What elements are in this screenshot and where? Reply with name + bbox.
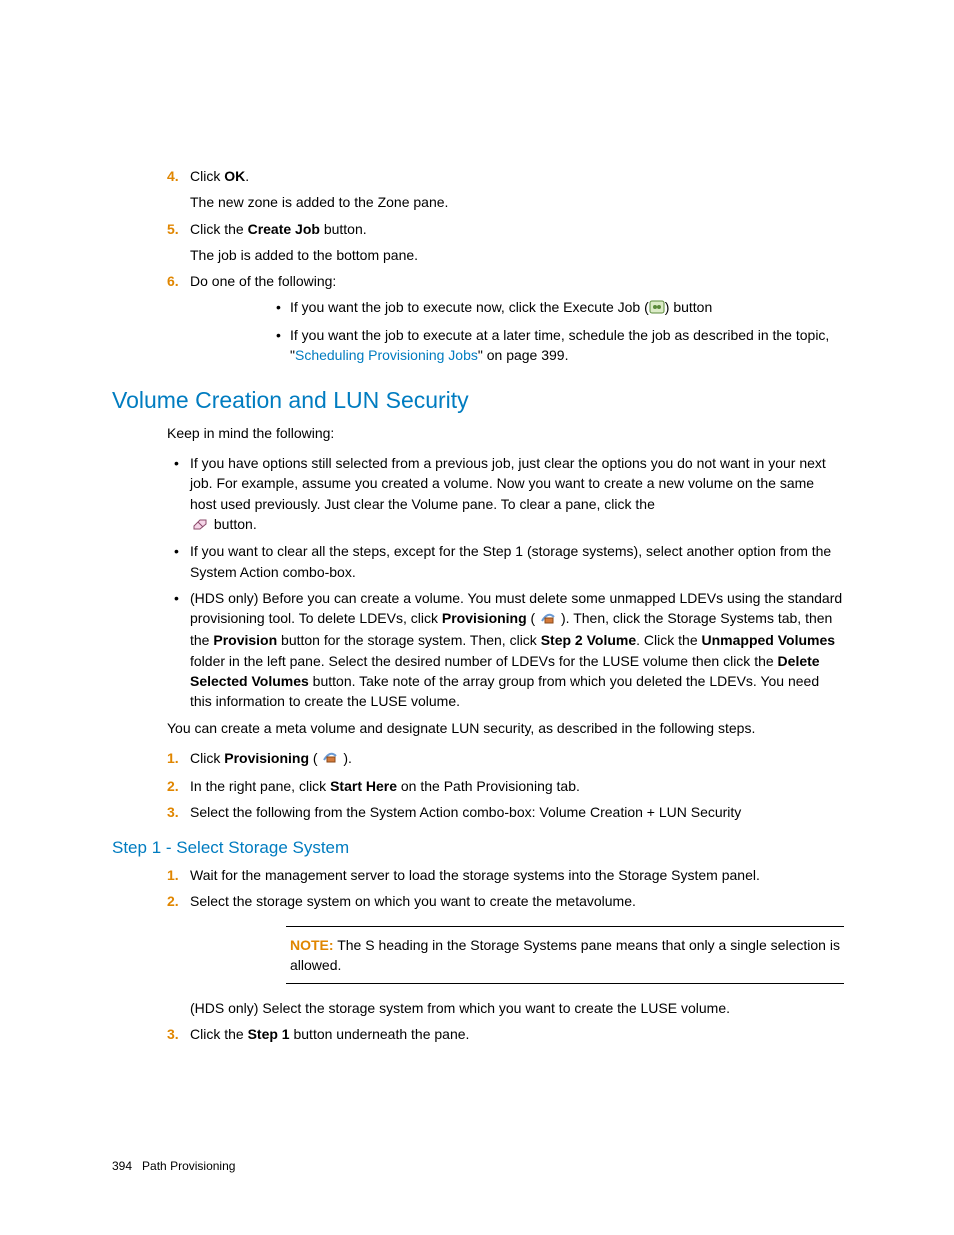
steps-volume-creation: 1. Click Provisioning ( ). 2. In the rig… xyxy=(112,748,844,823)
sub-bullets: If you want the job to execute now, clic… xyxy=(190,297,844,365)
execute-job-icon xyxy=(649,299,665,319)
bullet-schedule-later: If you want the job to execute at a late… xyxy=(190,325,844,366)
provisioning-icon xyxy=(539,609,557,630)
intro-text: Keep in mind the following: xyxy=(167,423,844,443)
page: 4. Click OK. The new zone is added to th… xyxy=(0,0,954,1235)
create-job-label: Create Job xyxy=(248,221,320,237)
step-number: 2. xyxy=(167,891,179,911)
step-number: 1. xyxy=(167,865,179,885)
step-number: 1. xyxy=(167,748,179,768)
step-number: 2. xyxy=(167,776,179,796)
text: In the right pane, click xyxy=(190,778,330,794)
text: button. xyxy=(210,516,257,532)
step2-volume-label: Step 2 Volume xyxy=(541,632,636,648)
step-4: 4. Click OK. The new zone is added to th… xyxy=(112,166,844,213)
note-label: NOTE: xyxy=(290,937,334,953)
text: folder in the left pane. Select the desi… xyxy=(190,653,778,669)
start-here-label: Start Here xyxy=(330,778,397,794)
step-b1: 1. Click Provisioning ( ). xyxy=(112,748,844,770)
bullet-execute-now: If you want the job to execute now, clic… xyxy=(190,297,844,318)
text: ( xyxy=(309,750,321,766)
page-footer: 394 Path Provisioning xyxy=(112,1158,235,1175)
step-b2: 2. In the right pane, click Start Here o… xyxy=(112,776,844,796)
footer-title: Path Provisioning xyxy=(142,1159,235,1173)
step-5: 5. Click the Create Job button. The job … xyxy=(112,219,844,266)
note-box: NOTE: The S heading in the Storage Syste… xyxy=(286,926,844,985)
text: If you want the job to execute now, clic… xyxy=(290,299,649,315)
text: ) button xyxy=(665,299,712,315)
step-c2: 2. Select the storage system on which yo… xyxy=(112,891,844,1018)
step-number: 6. xyxy=(167,271,179,291)
provisioning-label: Provisioning xyxy=(442,610,527,626)
text: on the Path Provisioning tab. xyxy=(397,778,580,794)
text: ). xyxy=(339,750,351,766)
step-c1: 1. Wait for the management server to loa… xyxy=(112,865,844,885)
note-text: The S heading in the Storage Systems pan… xyxy=(290,937,840,973)
text: Click xyxy=(190,168,224,184)
page-number: 394 xyxy=(112,1159,132,1173)
steps-select-storage: 1. Wait for the management server to loa… xyxy=(112,865,844,1045)
text: Do one of the following: xyxy=(190,271,844,291)
considerations-list: If you have options still selected from … xyxy=(112,453,844,711)
ok-label: OK xyxy=(224,168,245,184)
text: Select the storage system on which you w… xyxy=(190,893,636,909)
ordered-list-continuation: 4. Click OK. The new zone is added to th… xyxy=(112,166,844,366)
step-c3: 3. Click the Step 1 button underneath th… xyxy=(112,1024,844,1044)
text: The new zone is added to the Zone pane. xyxy=(190,192,844,212)
scheduling-link[interactable]: Scheduling Provisioning Jobs xyxy=(295,347,478,363)
step1-label: Step 1 xyxy=(248,1026,290,1042)
text: Click the xyxy=(190,1026,248,1042)
unmapped-volumes-label: Unmapped Volumes xyxy=(702,632,836,648)
text: Click the xyxy=(190,221,248,237)
step-number: 5. xyxy=(167,219,179,239)
text: The job is added to the bottom pane. xyxy=(190,245,844,265)
section-heading-volume-creation: Volume Creation and LUN Security xyxy=(112,384,844,417)
text: Click xyxy=(190,750,224,766)
text: Select the following from the System Act… xyxy=(190,804,741,820)
provision-label: Provision xyxy=(213,632,277,648)
provisioning-label: Provisioning xyxy=(224,750,309,766)
text: Wait for the management server to load t… xyxy=(190,867,760,883)
step-number: 4. xyxy=(167,166,179,186)
bullet-hds-only: (HDS only) Before you can create a volum… xyxy=(112,588,844,711)
eraser-icon xyxy=(190,515,210,535)
bullet-clear-all-steps: If you want to clear all the steps, exce… xyxy=(112,541,844,582)
text: ( xyxy=(527,610,539,626)
step-number: 3. xyxy=(167,802,179,822)
text: . xyxy=(245,168,249,184)
text: " on page 399. xyxy=(478,347,569,363)
text: . Click the xyxy=(636,632,701,648)
step-number: 3. xyxy=(167,1024,179,1044)
text: If you have options still selected from … xyxy=(190,455,826,512)
text: button underneath the pane. xyxy=(290,1026,470,1042)
subsection-heading-step1: Step 1 - Select Storage System xyxy=(112,836,844,861)
hds-only-text: (HDS only) Select the storage system fro… xyxy=(190,998,844,1018)
bullet-clear-options: If you have options still selected from … xyxy=(112,453,844,535)
meta-volume-intro: You can create a meta volume and designa… xyxy=(167,718,844,738)
provisioning-icon xyxy=(321,748,339,769)
text: button for the storage system. Then, cli… xyxy=(277,632,541,648)
step-b3: 3. Select the following from the System … xyxy=(112,802,844,822)
step-6: 6. Do one of the following: If you want … xyxy=(112,271,844,365)
text: button. xyxy=(320,221,367,237)
